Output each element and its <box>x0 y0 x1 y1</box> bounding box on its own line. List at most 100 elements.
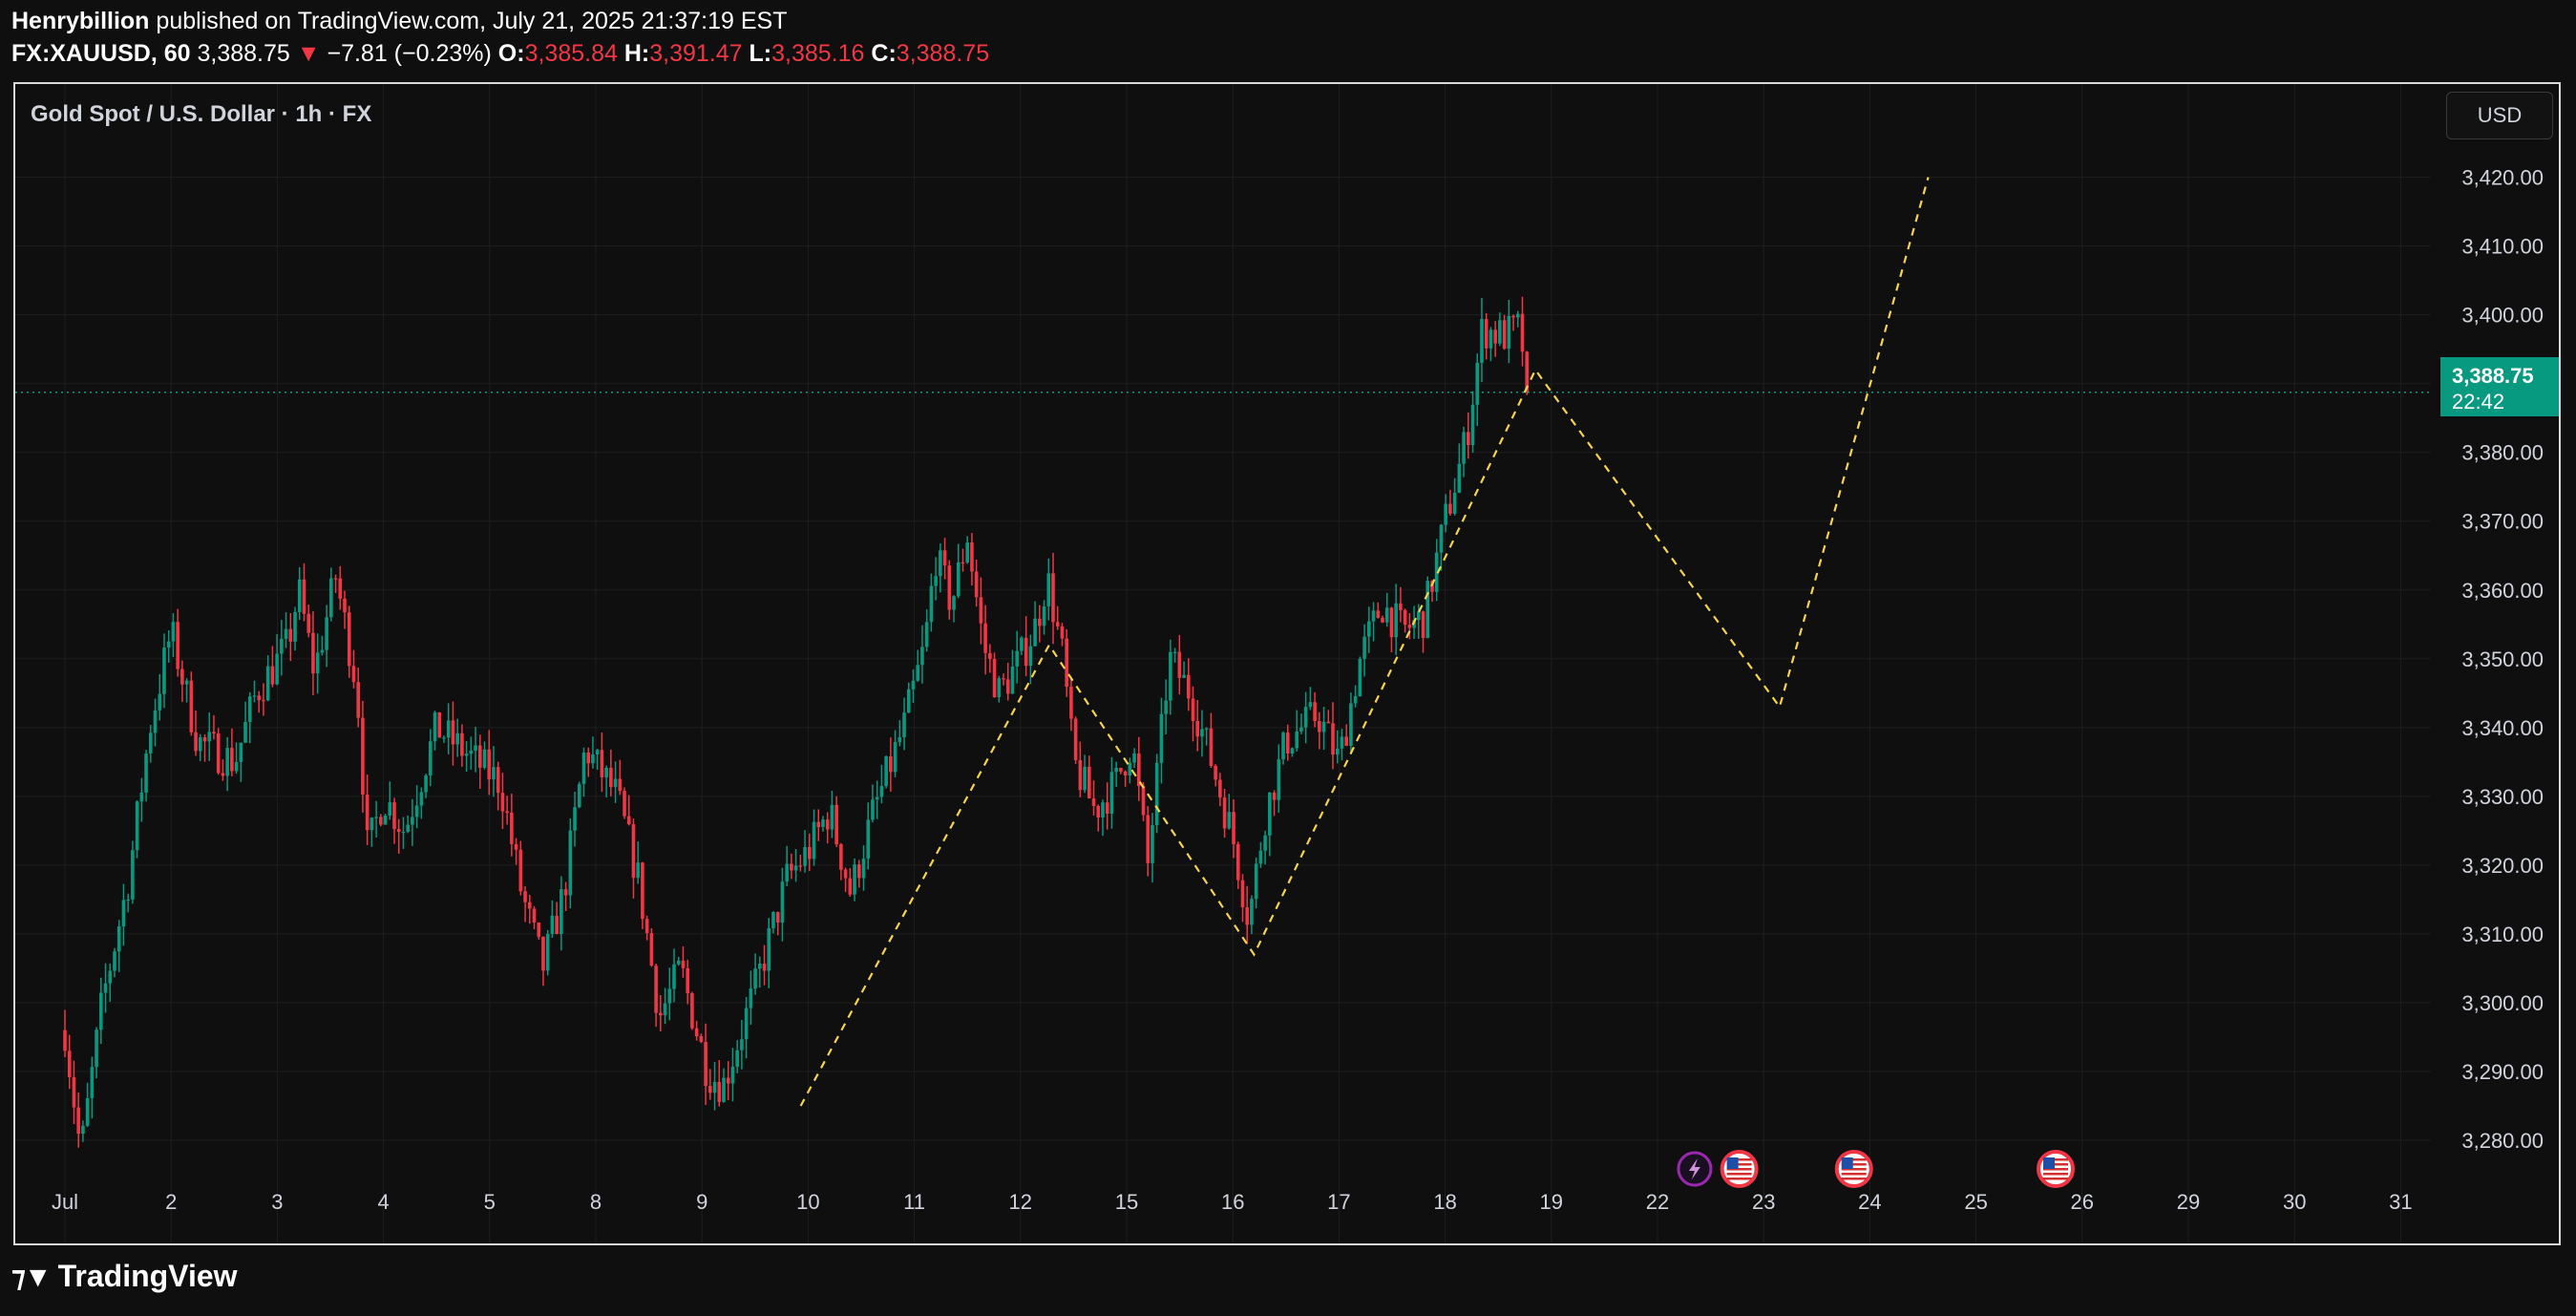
candle <box>329 567 333 622</box>
y-tick-label: 3,420.00 <box>2461 166 2544 190</box>
candle <box>370 817 374 847</box>
candle <box>758 956 762 988</box>
close-value: 3,388.75 <box>896 40 990 67</box>
candle <box>568 818 573 909</box>
candle <box>1164 679 1168 734</box>
price-axis[interactable]: 3,280.00 3,290.00 3,300.00 3,310.00 3,320.00… <box>2461 166 2544 1153</box>
lightning-icon[interactable] <box>1677 1151 1713 1187</box>
candle <box>532 905 537 930</box>
publish-info: Henrybillion published on TradingView.co… <box>11 8 788 35</box>
candle <box>121 883 126 946</box>
candle <box>618 759 623 796</box>
x-tick-label: 9 <box>696 1190 707 1214</box>
down-arrow-icon: ▼ <box>296 40 321 67</box>
candle <box>1384 592 1389 627</box>
event-markers[interactable] <box>1677 1150 2075 1188</box>
candle <box>1200 710 1204 757</box>
candle <box>1381 615 1384 624</box>
candle <box>1169 639 1172 715</box>
candle <box>406 815 410 834</box>
candle <box>879 764 884 804</box>
candle <box>194 710 198 756</box>
us-flag-icon[interactable] <box>2037 1150 2075 1188</box>
candle <box>586 747 591 777</box>
candle <box>861 845 866 891</box>
candle <box>433 711 437 751</box>
candle <box>284 612 288 648</box>
candle <box>1015 630 1019 684</box>
currency-button[interactable]: USD <box>2446 92 2553 139</box>
candle <box>992 652 997 698</box>
candle <box>717 1060 722 1107</box>
candle <box>67 1034 72 1090</box>
candle <box>315 633 320 694</box>
candle <box>1452 478 1457 516</box>
x-tick-label: 30 <box>2283 1190 2306 1214</box>
high-value: 3,391.47 <box>649 40 743 67</box>
candle <box>560 876 563 951</box>
candle <box>153 698 158 747</box>
candle <box>884 755 888 789</box>
symbol-label[interactable]: FX:XAUUSD, 60 <box>11 40 191 67</box>
candle <box>388 781 392 820</box>
candle <box>1204 727 1209 746</box>
candle <box>626 795 631 826</box>
price-chart[interactable]: 3,280.00 3,290.00 3,300.00 3,310.00 3,320.00… <box>15 84 2559 1243</box>
candle <box>216 728 221 775</box>
candle <box>866 802 871 870</box>
candle <box>1195 700 1200 752</box>
candle <box>1277 744 1281 814</box>
candle <box>1470 391 1475 454</box>
candle <box>347 605 351 678</box>
candle <box>72 1060 76 1124</box>
candle <box>577 781 581 809</box>
candle <box>659 994 663 1031</box>
us-flag-icon[interactable] <box>1720 1150 1759 1188</box>
candle <box>1313 691 1317 728</box>
candle <box>131 840 135 904</box>
candle <box>1425 576 1430 639</box>
candle <box>821 816 825 832</box>
candle <box>189 671 194 736</box>
open-label: O: <box>497 40 525 67</box>
candle <box>247 691 252 744</box>
candle <box>1114 761 1118 787</box>
time-axis[interactable]: Jul 2 3 4 5 8 9 10 11 12 15 16 17 18 19 22 23 24 25 26 29 30 3… <box>52 1190 2413 1214</box>
x-tick-label: 26 <box>2071 1190 2094 1214</box>
candle <box>1055 605 1060 630</box>
candle <box>1101 799 1105 837</box>
candle <box>482 741 487 770</box>
y-tick-label: 3,320.00 <box>2461 854 2544 878</box>
candle <box>974 559 979 607</box>
candle <box>184 678 189 703</box>
tradingview-brand[interactable]: ⁊▼ TradingView <box>11 1259 238 1294</box>
candle <box>474 727 477 773</box>
us-flag-icon[interactable] <box>1834 1150 1873 1188</box>
last-price-tag: 3,388.75 22:42 <box>2440 357 2559 416</box>
author-name[interactable]: Henrybillion <box>11 8 149 34</box>
candle <box>965 536 969 564</box>
candle <box>893 730 897 777</box>
candle <box>875 780 879 819</box>
candle <box>1466 412 1470 459</box>
x-tick-label: 19 <box>1540 1190 1563 1214</box>
x-tick-label: 24 <box>1858 1190 1881 1214</box>
candle <box>338 565 343 610</box>
candles <box>63 296 1530 1148</box>
candle <box>1218 773 1222 807</box>
candle <box>1484 312 1489 360</box>
candle <box>1227 794 1232 830</box>
candle <box>171 613 176 657</box>
candle <box>1060 623 1065 647</box>
candle <box>198 733 202 761</box>
candle <box>550 900 555 938</box>
chart-area[interactable]: 3,280.00 3,290.00 3,300.00 3,310.00 3,320.00… <box>13 82 2561 1245</box>
candle <box>1038 605 1042 643</box>
candle <box>1457 443 1462 494</box>
candle <box>541 936 545 987</box>
ohlc-legend: FX:XAUUSD, 60 3,388.75 ▼ −7.81 (−0.23%) … <box>11 40 989 68</box>
x-tick-label: 29 <box>2177 1190 2200 1214</box>
high-label: H: <box>623 40 650 67</box>
candle <box>1109 756 1114 829</box>
candle <box>704 1023 707 1106</box>
